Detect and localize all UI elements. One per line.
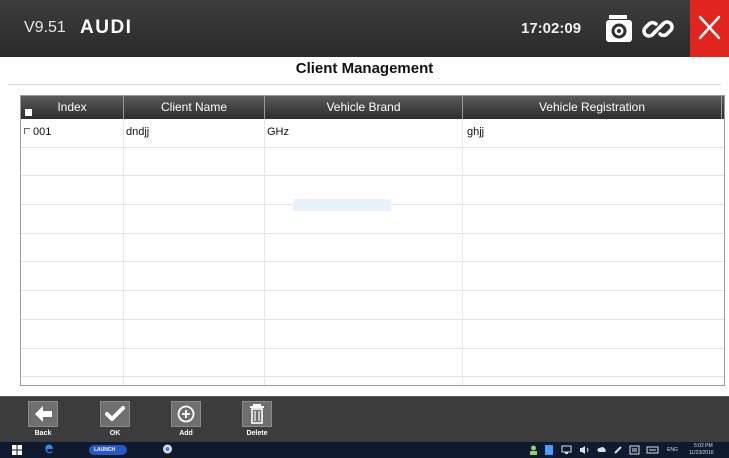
cell-client-name: dndjj	[126, 126, 150, 138]
column-header-vehicle-brand[interactable]: Vehicle Brand	[265, 96, 463, 119]
cloud-icon[interactable]	[597, 445, 607, 455]
vehicle-make: AUDI	[80, 17, 133, 38]
empty-row	[21, 263, 724, 292]
cell-index: 001	[33, 126, 52, 138]
software-version: V9.51	[24, 19, 66, 36]
ok-label: OK	[109, 430, 121, 437]
network-icon[interactable]	[561, 445, 572, 455]
column-header-client-name[interactable]: Client Name	[124, 96, 265, 119]
camera-icon[interactable]	[603, 14, 635, 44]
people-icon[interactable]	[529, 445, 538, 455]
empty-row	[21, 291, 724, 320]
notes-icon[interactable]	[629, 445, 640, 455]
add-label: Add	[179, 430, 193, 437]
column-header-vehicle-registration[interactable]: Vehicle Registration	[463, 96, 722, 119]
empty-row	[21, 349, 724, 378]
input-language[interactable]: ENG	[667, 447, 678, 453]
ok-button[interactable]: OK	[97, 401, 133, 441]
bottom-toolbar: Back OK Add Delete	[0, 396, 729, 443]
column-divider	[264, 119, 265, 385]
chrome-icon[interactable]	[162, 444, 173, 454]
keyboard-icon[interactable]	[646, 445, 659, 455]
column-divider	[123, 119, 124, 385]
page-title: Client Management	[295, 60, 434, 77]
windows-start-icon[interactable]	[12, 445, 22, 455]
empty-row	[21, 148, 724, 177]
table-header: Index Client Name Vehicle Brand Vehicle …	[21, 96, 724, 119]
add-button[interactable]: Add	[168, 401, 204, 441]
checkmark-icon[interactable]	[100, 401, 130, 427]
cell-vehicle-registration: ghjj	[467, 126, 485, 138]
volume-icon[interactable]	[579, 445, 590, 455]
client-table: Index Client Name Vehicle Brand Vehicle …	[20, 95, 725, 386]
title-bar: V9.51 AUDI 17:02:09	[0, 0, 729, 57]
edge-browser-icon[interactable]	[43, 444, 55, 454]
clock: 17:02:09	[521, 20, 582, 37]
watermark	[293, 199, 391, 211]
column-divider	[462, 119, 463, 385]
back-label: Back	[34, 430, 52, 437]
table-row[interactable]: 001 dndjj GHz ghjj	[21, 119, 724, 148]
taskbar-time[interactable]: 5:02 PM	[694, 443, 713, 449]
os-taskbar: LAUNCH ENG 5:02 PM 11/23/2016	[0, 442, 729, 458]
taskbar-date[interactable]: 11/23/2016	[689, 450, 714, 456]
delete-label: Delete	[246, 430, 268, 437]
close-button[interactable]	[690, 0, 729, 57]
add-icon[interactable]	[171, 401, 201, 427]
launch-app-badge: LAUNCH	[94, 447, 116, 453]
column-header-index[interactable]: Index	[21, 96, 124, 119]
title-divider	[8, 84, 721, 85]
empty-row	[21, 320, 724, 349]
trash-icon[interactable]	[242, 401, 272, 427]
cell-vehicle-brand: GHz	[267, 126, 289, 138]
delete-button[interactable]: Delete	[239, 401, 275, 441]
launch-app-icon[interactable]: LAUNCH	[89, 445, 127, 455]
link-icon[interactable]	[642, 14, 674, 44]
row-checkbox[interactable]	[24, 128, 30, 134]
empty-row	[21, 234, 724, 263]
back-icon[interactable]	[28, 401, 58, 427]
close-icon[interactable]	[690, 0, 729, 57]
pen-icon[interactable]	[613, 445, 623, 455]
tray-app-icon[interactable]	[545, 445, 553, 455]
back-button[interactable]: Back	[25, 401, 61, 441]
